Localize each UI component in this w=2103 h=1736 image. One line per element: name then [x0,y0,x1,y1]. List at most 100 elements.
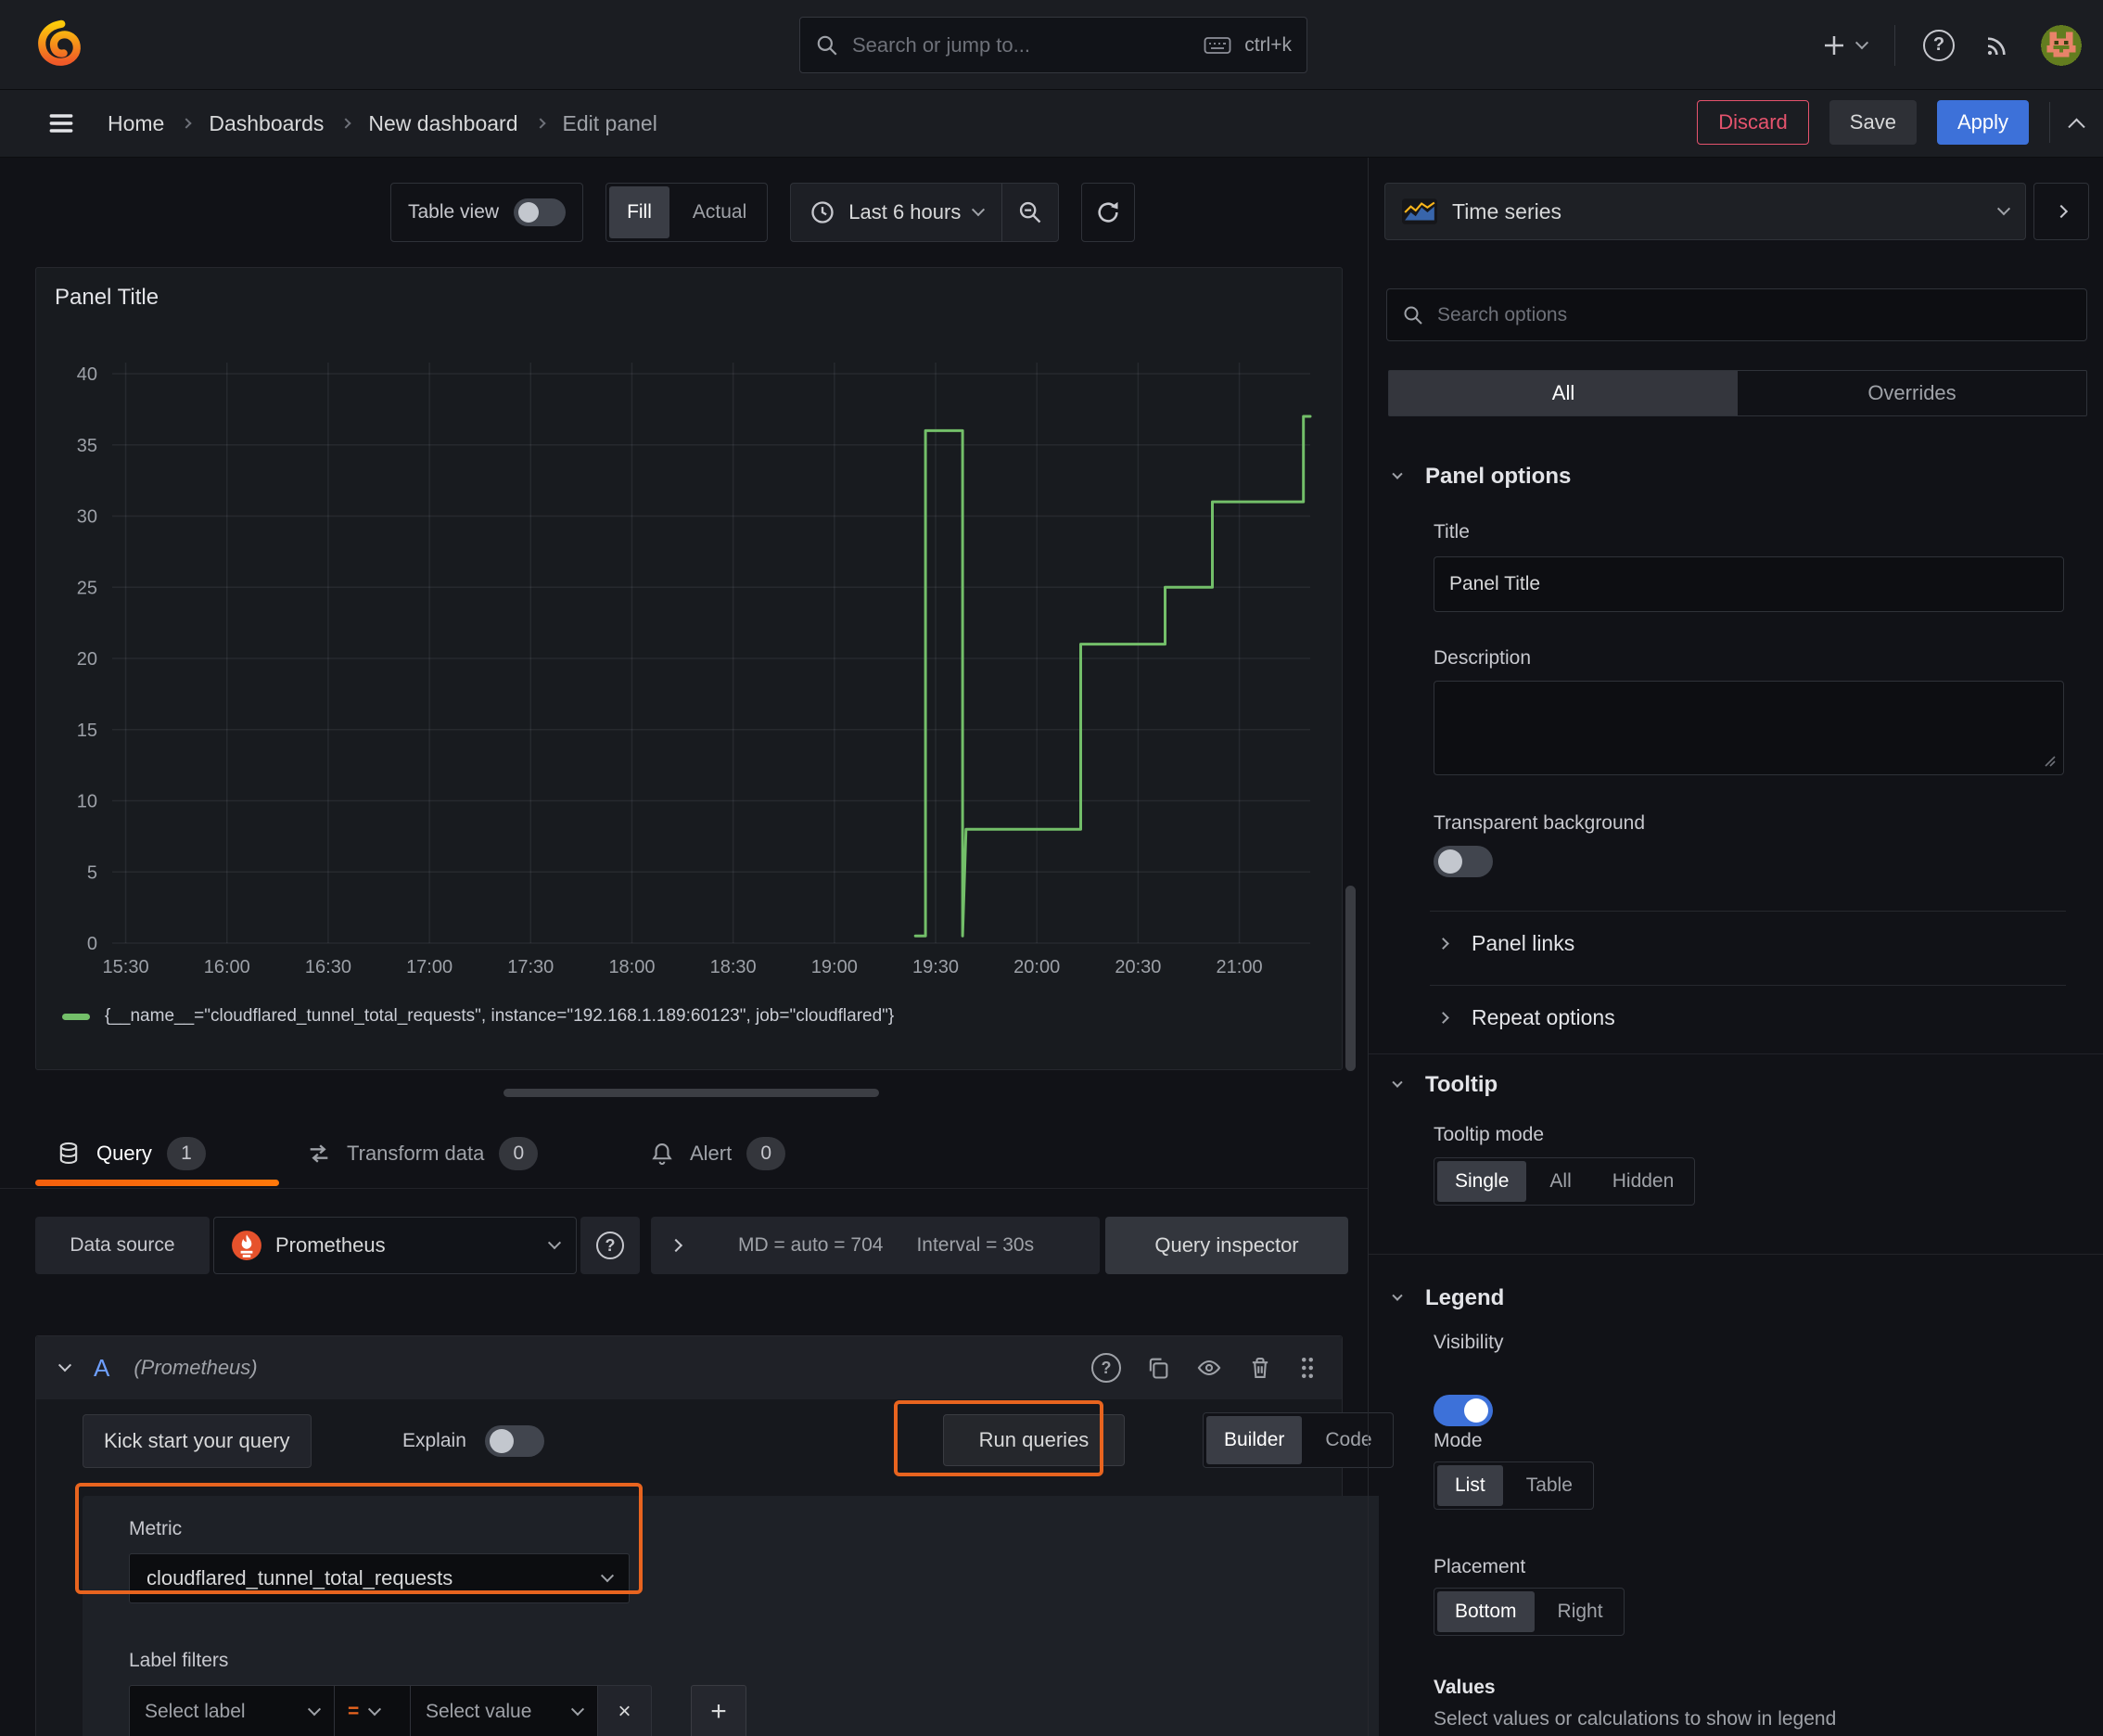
tab-query[interactable]: Query 1 [56,1124,206,1183]
query-row-header[interactable]: A (Prometheus) ? [36,1336,1342,1399]
topbar-divider [1894,24,1895,66]
breadcrumb-sep-icon [181,118,193,129]
search-icon [815,33,839,57]
explain-toggle[interactable] [484,1425,544,1457]
explain-label: Explain [402,1430,466,1451]
run-queries-button[interactable]: Run queries [943,1414,1125,1466]
svg-text:19:30: 19:30 [912,957,959,977]
drag-grip-icon[interactable] [1297,1354,1318,1382]
tab-query-label: Query [96,1142,152,1165]
breadcrumb-dashboards[interactable]: Dashboards [209,111,324,136]
tooltip-title: Tooltip [1425,1072,1498,1097]
options-pane: Time series Search options All Overrides… [1368,158,2103,1736]
zoom-out-button[interactable] [1002,184,1058,241]
collapse-chevron-up-icon[interactable] [2068,118,2085,135]
query-options-strip[interactable]: MD = auto = 704 Interval = 30s [651,1217,1100,1274]
legend-swatch[interactable] [62,1013,90,1020]
fill-actual-segment: Fill Actual [605,183,769,242]
viz-pane-expand-button[interactable] [2033,183,2089,240]
operator-dropdown[interactable]: = [335,1685,411,1736]
select-label-dropdown[interactable]: Select label [129,1685,335,1736]
breadcrumb-new-dashboard[interactable]: New dashboard [368,111,517,136]
svg-text:20: 20 [77,649,97,670]
builder-code-segment: Builder Code [1203,1412,1394,1468]
legend-mode-table[interactable]: Table [1506,1462,1593,1509]
discard-button[interactable]: Discard [1697,100,1809,145]
repeat-options-section[interactable]: Repeat options [1437,1005,1615,1030]
menu-burger-icon[interactable] [45,108,78,138]
query-inspector-button[interactable]: Query inspector [1105,1217,1348,1274]
tooltip-mode-hidden[interactable]: Hidden [1592,1158,1695,1205]
delete-query-trash-icon[interactable] [1247,1355,1273,1381]
chevron-right-icon [1437,938,1449,950]
add-menu-button[interactable] [1820,32,1869,59]
title-field[interactable]: Panel Title [1434,556,2064,612]
tab-alert[interactable]: Alert 0 [649,1124,786,1183]
datasource-select[interactable]: Prometheus [213,1217,577,1274]
viz-picker-button[interactable]: Time series [1384,183,2026,240]
transparent-bg-toggle[interactable] [1434,846,1493,877]
description-field[interactable] [1434,681,2064,775]
breadcrumb-home[interactable]: Home [108,111,164,136]
hide-query-eye-icon[interactable] [1195,1355,1223,1381]
grafana-logo[interactable] [33,19,85,70]
legend-series-name[interactable]: {__name__="cloudflared_tunnel_total_requ… [105,1006,894,1027]
save-button[interactable]: Save [1829,100,1917,145]
legend-placement-bottom[interactable]: Bottom [1437,1591,1535,1632]
datasource-help-button[interactable]: ? [580,1217,640,1274]
svg-text:16:30: 16:30 [305,957,351,977]
legend-visibility-toggle[interactable] [1434,1395,1493,1426]
tooltip-mode-label: Tooltip mode [1434,1124,1545,1145]
duplicate-query-icon[interactable] [1145,1355,1171,1381]
legend-mode-list[interactable]: List [1437,1465,1503,1506]
legend-placement-right[interactable]: Right [1537,1589,1624,1635]
resize-handle-icon[interactable] [2043,754,2056,767]
expand-chevron-right-icon [669,1238,683,1253]
metric-label: Metric [129,1518,183,1539]
tooltip-header[interactable]: Tooltip [1392,1072,1498,1098]
builder-option[interactable]: Builder [1206,1416,1303,1464]
user-avatar[interactable] [2040,24,2083,67]
table-view-toggle[interactable] [514,198,567,226]
global-search[interactable]: Search or jump to... ctrl+k [799,17,1307,73]
panel-links-section[interactable]: Panel links [1437,931,1574,956]
legend-placement-label: Placement [1434,1556,1526,1577]
svg-text:30: 30 [77,507,97,528]
actual-option[interactable]: Actual [672,184,767,241]
tab-overrides[interactable]: Overrides [1738,371,2086,415]
kick-start-query-button[interactable]: Kick start your query [83,1414,312,1468]
collapse-query-chevron-icon[interactable] [57,1359,72,1372]
fill-option[interactable]: Fill [609,186,669,238]
panel-options-header[interactable]: Panel options [1392,464,1571,490]
search-icon [1402,304,1424,326]
chevron-down-icon [1996,202,2011,216]
legend-placement-segment: Bottom Right [1434,1588,1625,1636]
remove-filter-button[interactable]: × [598,1685,652,1736]
tooltip-mode-all[interactable]: All [1529,1158,1591,1205]
add-filter-button[interactable]: + [691,1685,746,1736]
metric-select[interactable]: cloudflared_tunnel_total_requests [129,1553,630,1603]
select-value-dropdown[interactable]: Select value [411,1685,598,1736]
section-chevron-icon [1392,468,1403,479]
left-pane-scrollbar[interactable] [1345,886,1356,1071]
news-rss-icon[interactable] [1982,31,2012,60]
svg-text:5: 5 [87,862,97,883]
options-tabs: All Overrides [1388,370,2087,416]
help-icon[interactable]: ? [1923,29,1955,61]
panel-resize-handle[interactable] [503,1089,879,1097]
svg-text:0: 0 [87,934,97,954]
query-help-icon[interactable]: ? [1091,1353,1121,1383]
legend-header[interactable]: Legend [1392,1285,1505,1311]
tab-all[interactable]: All [1389,371,1738,415]
refresh-button[interactable] [1081,183,1136,242]
tab-transform[interactable]: Transform data 0 [306,1124,539,1183]
breadcrumb-bar: Home Dashboards New dashboard Edit panel… [0,90,2103,158]
breadcrumb: Home Dashboards New dashboard Edit panel [108,90,657,157]
time-series-chart[interactable]: 0 5 10 15 20 25 30 35 40 15:30 16:00 16:30 17:00 17:3… [36,268,1342,1010]
table-view-label: Table view [408,201,500,223]
legend-title: Legend [1425,1285,1505,1310]
time-range-button[interactable]: Last 6 hours [791,184,1001,241]
apply-button[interactable]: Apply [1936,100,2029,145]
tooltip-mode-single[interactable]: Single [1437,1161,1527,1202]
options-search[interactable]: Search options [1386,288,2087,341]
